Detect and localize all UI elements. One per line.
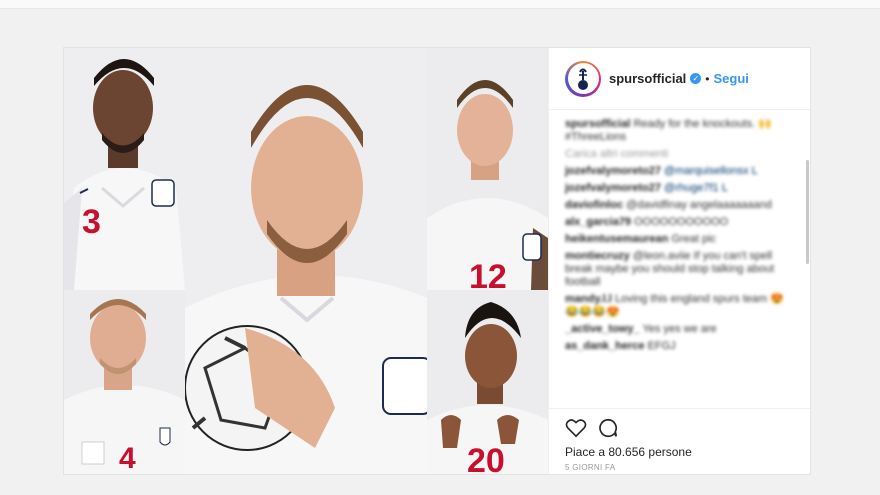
instagram-post: 3 4 12 20 spursofficial ✓ • Segui spurso… [63,47,811,475]
separator-dot: • [705,71,710,86]
comment-item: as_dank_herce EFGJ [565,340,794,353]
jersey-number: 3 [82,203,101,241]
jersey-number: 4 [119,442,136,474]
avatar[interactable] [565,60,601,97]
comment-username[interactable]: jozefvalymoreto27 [565,182,661,194]
comment-username[interactable]: mandy.l.l [565,293,612,305]
follow-button[interactable]: Segui [714,71,749,86]
comment-item: mandy.l.l Loving this england spurs team… [565,293,794,319]
player-photo-3: 3 [64,48,185,290]
browser-top-strip [0,0,880,9]
comments-scrollbar[interactable] [806,160,809,264]
player-photo-4: 4 [64,290,185,474]
post-actions: Piace a 80.656 persone 5 GIORNI FA [549,408,810,474]
post-sidebar: spursofficial ✓ • Segui spursofficial Re… [548,48,810,474]
comment-text: EFGJ [647,340,676,352]
comment-item: jozefvalymoreto27 @rhuge7f1 L [565,182,794,195]
comment-item: alx_garcia79 OOOOOOOOOOO [565,216,794,229]
verified-badge-icon: ✓ [690,73,702,84]
comment-text: OOOOOOOOOOO [634,216,729,228]
likes-count[interactable]: Piace a 80.656 persone [565,445,794,459]
jersey-number: 12 [469,258,507,290]
jersey-number: 20 [467,442,505,474]
player-photo-12: 12 [427,48,548,290]
caption-username[interactable]: spursofficial [565,118,630,130]
comment-item: _active_towy_ Yes yes we are [565,323,794,336]
comment-username[interactable]: _active_towy_ [565,323,640,335]
comment-text: @marquisellonsx L [664,165,758,177]
spurs-cockerel-logo-icon [578,68,588,90]
comment-username[interactable]: jozefvalymoreto27 [565,165,661,177]
load-more-comments-link[interactable]: Carica altri commenti [565,148,794,161]
comment-username[interactable]: heikentusemaurean [565,233,668,245]
player-photo-20: 20 [427,290,548,474]
comment-item: montiecruzy @leon.aviie If you can't spe… [565,250,794,289]
post-photo-collage[interactable]: 3 4 12 20 [64,48,548,474]
player-photo-center [185,48,427,474]
comment-item: daviofinloc @davidfinay angelaaaaaaand [565,199,794,212]
comment-username[interactable]: daviofinloc [565,199,623,211]
comment-item: jozefvalymoreto27 @marquisellonsx L [565,165,794,178]
post-header: spursofficial ✓ • Segui [549,48,810,110]
comment-username[interactable]: alx_garcia79 [565,216,631,228]
comment-item: heikentusemaurean Great pic [565,233,794,246]
comment-text: Yes yes we are [642,323,717,335]
comment-text: @rhuge7f1 L [664,182,728,194]
comment-text: @davidfinay angelaaaaaaand [626,199,772,211]
comment-username[interactable]: as_dank_herce [565,340,645,352]
comment-text: Great pic [671,233,717,245]
post-timestamp: 5 GIORNI FA [565,463,616,472]
comment-username[interactable]: montiecruzy [565,250,630,262]
comment-icon[interactable] [597,417,619,439]
heart-icon[interactable] [565,418,587,438]
caption: spursofficial Ready for the knockouts. 🙌… [565,118,794,144]
comments-list[interactable]: spursofficial Ready for the knockouts. 🙌… [549,110,810,408]
post-username[interactable]: spursofficial [609,71,686,86]
